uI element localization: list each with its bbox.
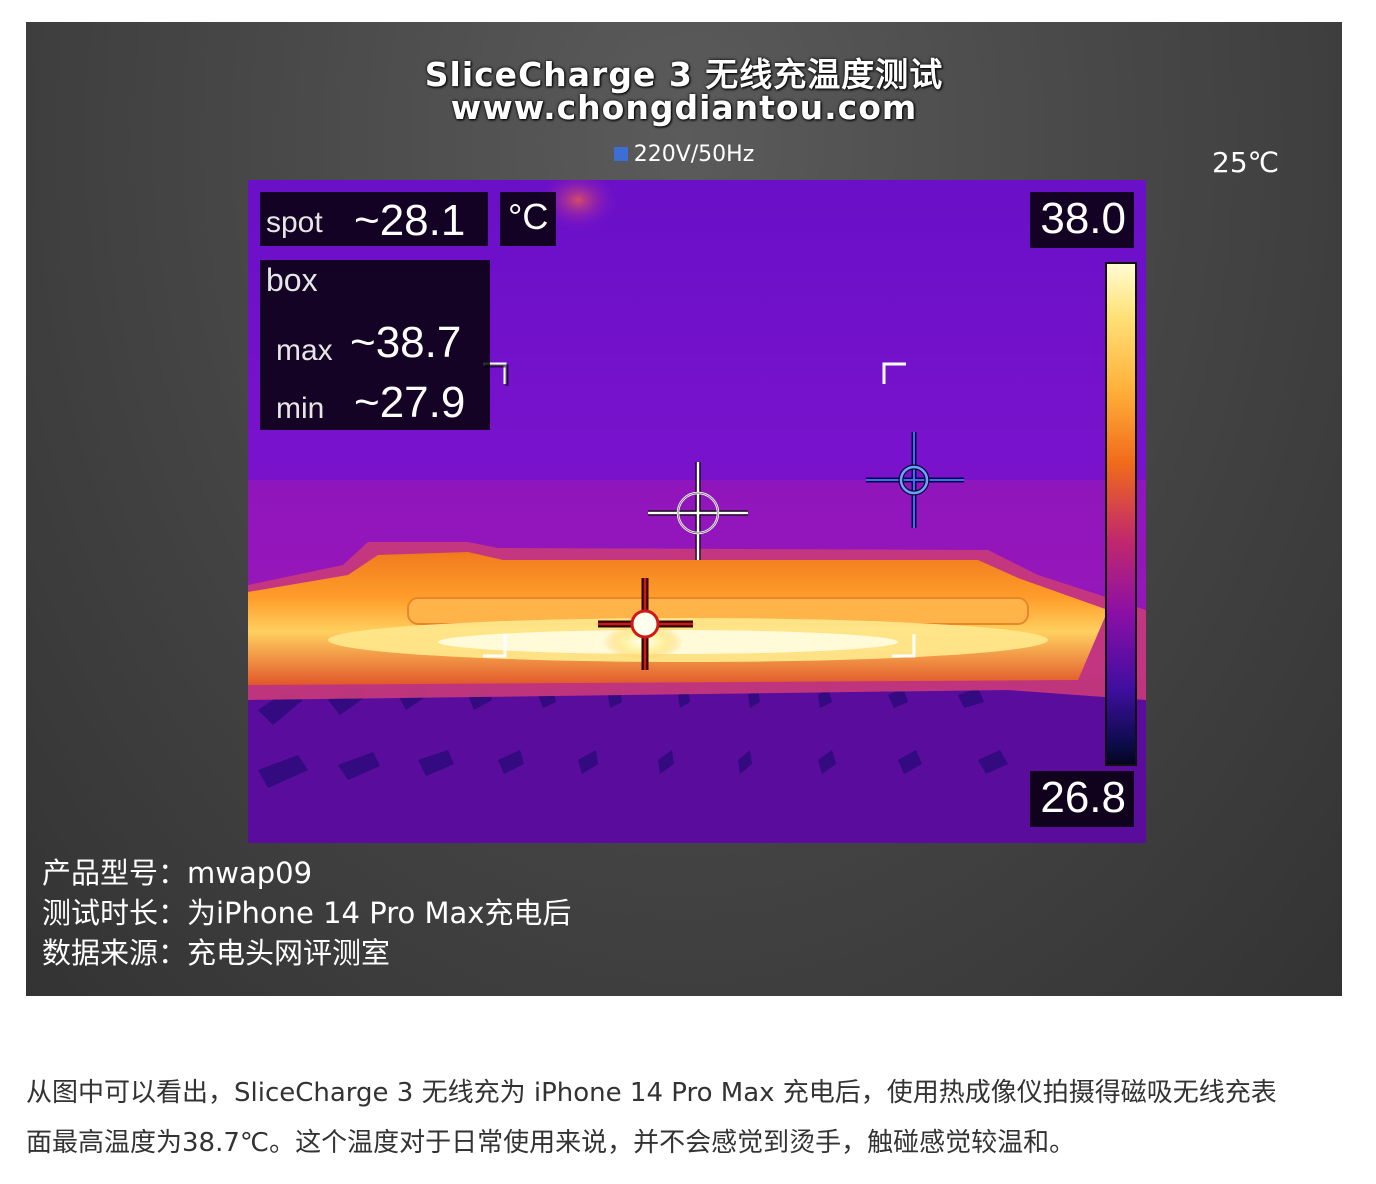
unit-readout: °C <box>500 192 556 246</box>
min-label: min <box>276 392 325 425</box>
spot-label: spot <box>266 206 323 239</box>
unit-label: °C <box>508 196 549 237</box>
caption-source: 数据来源：充电头网评测室 <box>42 936 391 970</box>
caption-duration: 测试时长：为iPhone 14 Pro Max充电后 <box>42 896 572 930</box>
spot-value: ~28.1 <box>354 196 466 245</box>
voltage-marker-icon <box>613 147 628 161</box>
article-paragraph-line1: 从图中可以看出，SliceCharge 3 无线充为 iPhone 14 Pro… <box>26 1078 1277 1108</box>
scale-max-value: 38.0 <box>1040 194 1126 243</box>
box-readout: box max ~38.7 min ~27.9 <box>260 260 490 430</box>
temperature-scale-bar <box>1105 262 1137 766</box>
caption-model: 产品型号：mwap09 <box>42 856 313 890</box>
thermal-image: spot ~28.1 °C box max ~38.7 min ~27.9 38… <box>248 180 1146 843</box>
scale-max-readout: 38.0 <box>1030 192 1134 248</box>
article-paragraph-line2: 面最高温度为38.7℃。这个温度对于日常使用来说，并不会感觉到烫手，触碰感觉较温… <box>26 1128 1076 1158</box>
box-label: box <box>266 262 318 298</box>
spot-readout: spot ~28.1 <box>260 192 488 246</box>
thermal-figure-panel: SliceCharge 3 无线充温度测试 www.chongdiantou.c… <box>26 22 1342 996</box>
voltage-legend: 220V/50Hz <box>26 142 1342 167</box>
max-value: ~38.7 <box>350 318 462 367</box>
ambient-temperature: 25℃ <box>1212 146 1280 179</box>
max-label: max <box>276 334 333 367</box>
scale-min-value: 26.8 <box>1040 773 1126 822</box>
scale-min-readout: 26.8 <box>1030 771 1134 827</box>
voltage-label: 220V/50Hz <box>633 142 755 167</box>
figure-website: www.chongdiantou.com <box>450 88 918 127</box>
min-value: ~27.9 <box>354 378 466 427</box>
